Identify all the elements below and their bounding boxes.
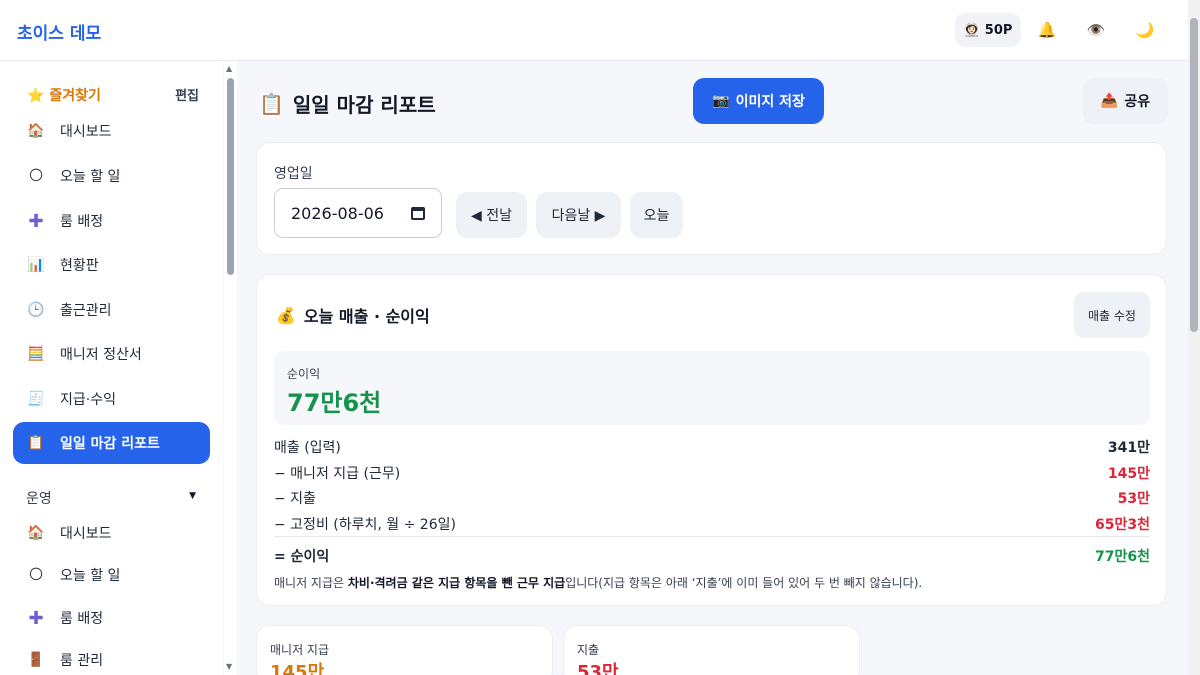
favorites-title: ⭐ 즐겨찾기: [27, 88, 101, 104]
sidebar: ⭐ 즐겨찾기 편집 🏠 대시보드 🌕 오늘 할 일 ✚ 룸 배정 📊 현황판 🕒…: [0, 61, 223, 675]
summary-card-manager-pay: 매니저 지급 145만: [256, 625, 553, 675]
sidebar-item-today-todo[interactable]: 🌕 오늘 할 일: [13, 155, 210, 197]
favorites-header: ⭐ 즐겨찾기 편집: [27, 85, 199, 105]
date-value: 2026-08-06: [291, 203, 384, 223]
net-profit-label: 순이익: [287, 367, 321, 381]
favorites-edit-button[interactable]: 편집: [175, 85, 199, 105]
sidebar-item-ops-room-assign[interactable]: ✚ 룸 배정: [13, 597, 210, 639]
house-icon: 🏠: [27, 123, 45, 139]
business-date-card: 영업일 2026-08-06 ◀ 전날 다음날 ▶ 오늘: [256, 142, 1167, 255]
plus-icon: ✚: [28, 607, 44, 629]
sidebar-item-ops-today-todo[interactable]: 🌕 오늘 할 일: [13, 554, 210, 596]
moon-icon[interactable]: 🌙: [1128, 13, 1162, 47]
points-badge[interactable]: 👩🏻‍🚀 50P: [955, 13, 1021, 47]
row-sales-input: 매출 (입력) 341만: [274, 440, 1150, 456]
sidebar-item-ops-room-manage[interactable]: 🚪 룸 관리: [13, 639, 210, 675]
sidebar-scrollbar[interactable]: ▲ ▼: [224, 61, 237, 675]
row-fixed-cost: − 고정비 (하루치, 월 ÷ 26일) 65만3천: [274, 517, 1150, 533]
clipboard-icon: 📋: [27, 435, 45, 451]
edit-sales-button[interactable]: 매출 수정: [1074, 292, 1150, 338]
clock-icon: 🕒: [27, 302, 45, 318]
share-button[interactable]: 📤 공유: [1083, 78, 1168, 124]
row-manager-pay: − 매니저 지급 (근무) 145만: [274, 466, 1150, 482]
sales-profit-card: 💰 오늘 매출 · 순이익 매출 수정 순이익 77만6천 매출 (입력) 34…: [256, 274, 1167, 606]
bell-icon[interactable]: 🔔: [1030, 13, 1064, 47]
top-bar: 초이스 데모 👩🏻‍🚀 50P 🔔 👁️ 🌙: [0, 0, 1188, 61]
clipboard-icon: 📋: [259, 91, 284, 116]
sidebar-item-ops-dashboard[interactable]: 🏠 대시보드: [13, 512, 210, 554]
business-date-input[interactable]: 2026-08-06: [274, 188, 442, 238]
prev-day-button[interactable]: ◀ 전날: [456, 192, 527, 238]
scroll-up-icon[interactable]: ▲: [226, 64, 232, 73]
sidebar-scroll-thumb[interactable]: [227, 78, 234, 275]
summary-card-expenses: 지출 53만: [563, 625, 860, 675]
plus-icon: ✚: [28, 210, 44, 232]
moon-full-icon: 🌕: [28, 168, 44, 184]
chart-icon: 📊: [27, 257, 45, 273]
today-button[interactable]: 오늘: [630, 192, 683, 238]
brand-title[interactable]: 초이스 데모: [17, 19, 101, 44]
next-day-button[interactable]: 다음날 ▶: [536, 192, 621, 238]
caret-down-icon: ▼: [189, 491, 196, 501]
business-date-label: 영업일: [274, 166, 313, 182]
receipt-icon: 🧾: [27, 391, 45, 407]
row-expenses: − 지출 53만: [274, 491, 1150, 507]
sidebar-item-attendance[interactable]: 🕒 출근관리: [13, 289, 210, 331]
row-total-net-profit: = 순이익 77만6천: [274, 549, 1150, 565]
scroll-down-icon[interactable]: ▼: [226, 662, 232, 671]
main-scroll-thumb[interactable]: [1190, 18, 1198, 332]
door-icon: 🚪: [27, 652, 45, 668]
sidebar-item-dashboard[interactable]: 🏠 대시보드: [13, 110, 210, 152]
moon-full-icon: 🌕: [28, 567, 44, 583]
share-icon: 📤: [1100, 93, 1119, 109]
house-icon: 🏠: [27, 525, 45, 541]
save-image-button[interactable]: 📷 이미지 저장: [693, 78, 824, 124]
avatar-icon: 👩🏻‍🚀: [963, 22, 980, 38]
sidebar-item-manager-settlement[interactable]: 🧮 매니저 정산서: [13, 333, 210, 375]
manager-pay-note: 매니저 지급은 차비·격려금 같은 지급 항목을 뺀 근무 지급입니다(지급 항…: [274, 576, 923, 590]
page-title: 📋 일일 마감 리포트: [259, 91, 436, 118]
sales-title: 💰 오늘 매출 · 순이익: [276, 305, 430, 327]
divider: [274, 536, 1150, 537]
sidebar-item-daily-closing-report[interactable]: 📋 일일 마감 리포트: [13, 422, 210, 464]
net-profit-value: 77만6천: [287, 389, 382, 417]
section-operations-toggle[interactable]: 운영 ▼: [26, 488, 196, 508]
camera-icon: 📷: [712, 93, 730, 109]
abacus-icon: 🧮: [27, 346, 45, 362]
points-value: 50P: [984, 22, 1013, 38]
eye-icon[interactable]: 👁️: [1079, 13, 1113, 47]
calendar-icon[interactable]: [411, 206, 425, 220]
sidebar-item-payments-revenue[interactable]: 🧾 지급·수익: [13, 378, 210, 420]
net-profit-box: 순이익 77만6천: [274, 351, 1150, 425]
money-bag-icon: 💰: [276, 305, 296, 325]
main-scrollbar[interactable]: [1188, 0, 1200, 675]
sidebar-item-room-assign[interactable]: ✚ 룸 배정: [13, 200, 210, 242]
sidebar-item-status-board[interactable]: 📊 현황판: [13, 244, 210, 286]
